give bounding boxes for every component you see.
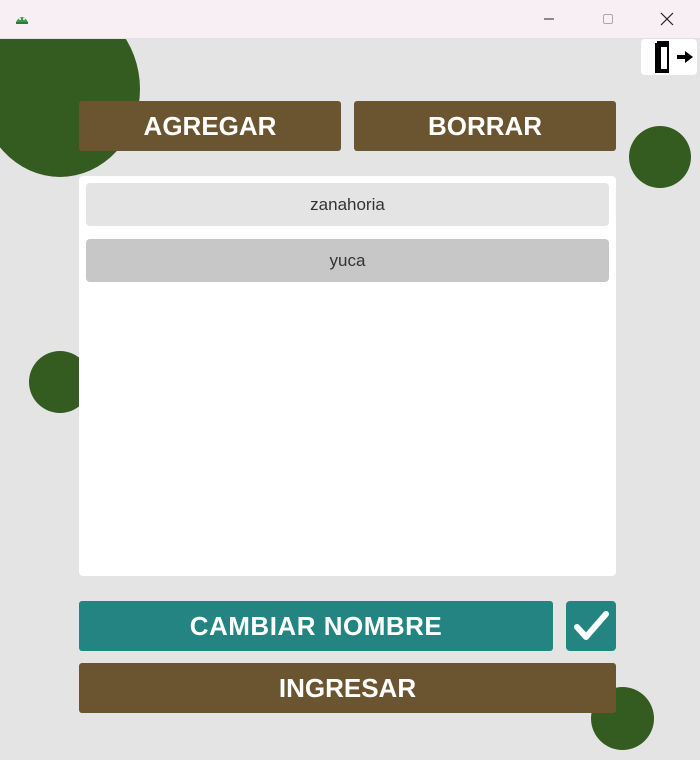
add-button[interactable]: AGREGAR <box>79 101 341 151</box>
checkmark-icon <box>574 611 609 640</box>
minimize-button[interactable] <box>526 0 572 38</box>
list-item-selected[interactable]: yuca <box>86 239 609 282</box>
decorative-circle <box>629 126 691 188</box>
title-bar <box>0 0 700 39</box>
exit-door-icon <box>655 41 693 73</box>
maximize-icon <box>603 14 613 24</box>
app-icon <box>16 17 28 24</box>
minimize-icon <box>544 18 554 20</box>
close-button[interactable] <box>644 0 690 38</box>
window-body: AGREGAR BORRAR zanahoria yuca CAMBIAR NO… <box>0 39 700 760</box>
rename-button[interactable]: CAMBIAR NOMBRE <box>79 601 553 651</box>
close-icon <box>660 12 674 26</box>
maximize-button[interactable] <box>585 0 631 38</box>
delete-button[interactable]: BORRAR <box>354 101 616 151</box>
exit-button[interactable] <box>641 39 697 75</box>
item-list: zanahoria yuca <box>79 176 616 576</box>
list-item[interactable]: zanahoria <box>86 183 609 226</box>
confirm-button[interactable] <box>566 601 616 651</box>
enter-button[interactable]: INGRESAR <box>79 663 616 713</box>
